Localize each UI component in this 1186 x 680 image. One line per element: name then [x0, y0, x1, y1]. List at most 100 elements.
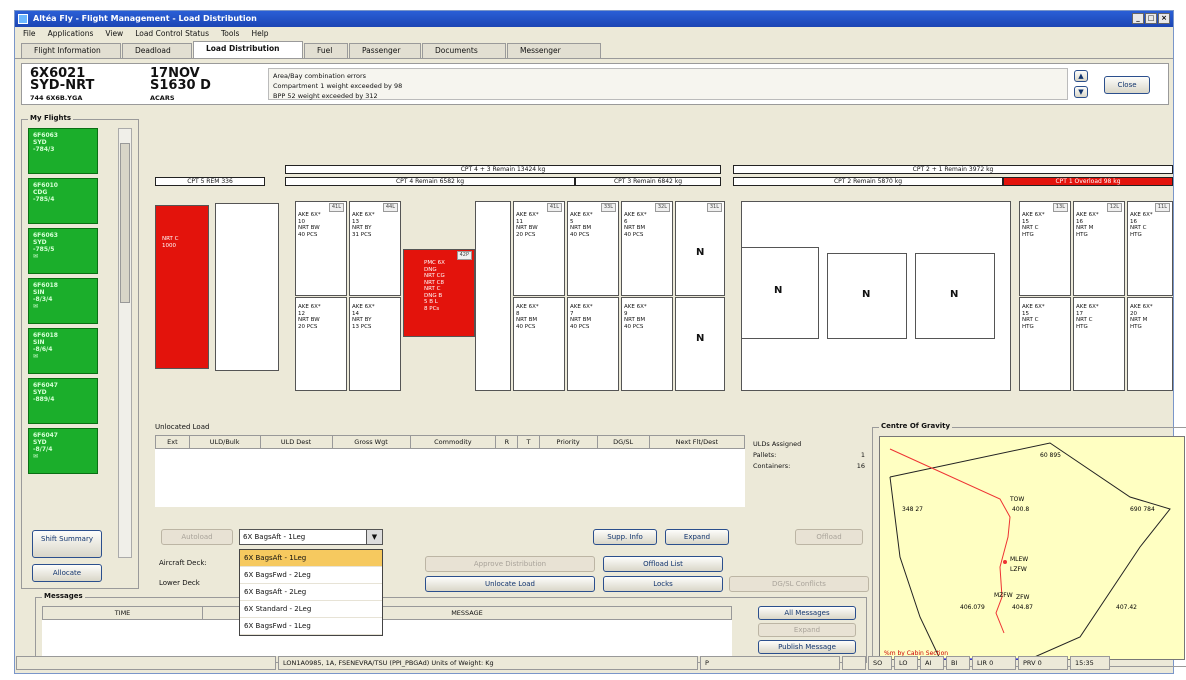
messages-expand-button[interactable]: Expand: [758, 623, 856, 637]
pallet-position[interactable]: N: [827, 253, 907, 339]
position-tag: 12L: [1106, 203, 1122, 212]
hold-position[interactable]: AKE 6X* 9 NRT BM 40 PCS: [621, 297, 673, 391]
hold-position[interactable]: 33L AKE 6X* 5 NRT BM 40 PCS: [567, 201, 619, 296]
bulk-position-red[interactable]: NRT C 1000: [155, 205, 209, 369]
hold-position[interactable]: 12L AKE 6X* 16 NRT M HTG: [1073, 201, 1125, 296]
distribution-combo[interactable]: 6X BagsAft - 1Leg ▼: [239, 529, 383, 545]
dropdown-option[interactable]: 6X BagsAft - 2Leg: [240, 584, 382, 601]
hold-position[interactable]: AKE 6X* 15 NRT C HTG: [1019, 297, 1071, 391]
pallet-position[interactable]: N: [915, 253, 995, 339]
hold-position[interactable]: [475, 201, 511, 391]
hold-position[interactable]: AKE 6X* 14 NRT BY 13 PCS: [349, 297, 401, 391]
hold-position[interactable]: AKE 6X* 7 NRT BM 40 PCS: [567, 297, 619, 391]
hold-position[interactable]: 11L AKE 6X* 16 NRT C HTG: [1127, 201, 1173, 296]
hold-position[interactable]: 32L AKE 6X* 6 NRT BM 40 PCS: [621, 201, 673, 296]
tab-deadload[interactable]: Deadload: [122, 43, 192, 58]
flights-scrollbar[interactable]: [118, 128, 132, 558]
containers-label: Containers:: [753, 462, 791, 470]
close-button[interactable]: Close: [1104, 76, 1150, 94]
ulds-assigned-box: ULDs Assigned Pallets: 1 Containers: 16: [753, 439, 865, 509]
menu-help[interactable]: Help: [251, 27, 268, 41]
col-dg-sl[interactable]: DG/SL: [596, 435, 650, 449]
dropdown-option[interactable]: 6X Standard - 2Leg: [240, 601, 382, 618]
hold-position[interactable]: 41L AKE 6X* 10 NRT BW 40 PCS: [295, 201, 347, 296]
my-flights-title: My Flights: [28, 114, 74, 122]
col-uld-bulk[interactable]: ULD/Bulk: [188, 435, 261, 449]
approve-distribution-button[interactable]: Approve Distribution: [425, 556, 595, 572]
hold-position[interactable]: 44L AKE 6X* 13 NRT BY 31 PCS: [349, 201, 401, 296]
tab-load-distribution[interactable]: Load Distribution: [193, 41, 303, 58]
tab-messenger[interactable]: Messenger: [507, 43, 601, 58]
dgsl-conflicts-button[interactable]: DG/SL Conflicts: [729, 576, 869, 592]
pallet-position[interactable]: N: [741, 247, 819, 339]
menu-applications[interactable]: Applications: [48, 27, 94, 41]
flight-item-time: -8/7/4: [33, 446, 53, 453]
menu-load-control-status[interactable]: Load Control Status: [135, 27, 209, 41]
flight-list-item[interactable]: 6F6063 SYD -784/3: [28, 128, 98, 174]
col-t[interactable]: T: [517, 435, 540, 449]
position-tag: 11L: [1154, 203, 1170, 212]
tab-flight-information[interactable]: Flight Information: [21, 43, 121, 58]
flight-list-item[interactable]: 6F6010 CDG -785/4: [28, 178, 98, 224]
col-commodity[interactable]: Commodity: [409, 435, 497, 449]
col-ext[interactable]: Ext: [155, 435, 190, 449]
cog-label: 400.8: [1012, 506, 1029, 513]
hold-position[interactable]: AKE 6X* 17 NRT C HTG: [1073, 297, 1125, 391]
tab-passenger[interactable]: Passenger: [349, 43, 421, 58]
dropdown-option[interactable]: 6X BagsFwd - 2Leg: [240, 567, 382, 584]
unlocate-load-button[interactable]: Unlocate Load: [425, 576, 595, 592]
position-label: AKE 6X* 8 NRT BM 40 PCS: [516, 304, 539, 330]
all-messages-button[interactable]: All Messages: [758, 606, 856, 620]
allocate-button[interactable]: Allocate: [32, 564, 102, 582]
flight-item-number: 6F6047: [33, 432, 58, 439]
tab-fuel[interactable]: Fuel: [304, 43, 348, 58]
col-uld-dest[interactable]: ULD Dest: [259, 435, 333, 449]
close-window-button[interactable]: ×: [1158, 13, 1170, 24]
col-r[interactable]: R: [495, 435, 519, 449]
hold-position[interactable]: AKE 6X* 12 NRT BW 20 PCS: [295, 297, 347, 391]
col-time[interactable]: TIME: [42, 606, 203, 620]
tab-documents[interactable]: Documents: [422, 43, 506, 58]
hold-position[interactable]: 31L N: [675, 201, 725, 296]
overloaded-position[interactable]: 42P PMC 6X DNG NRT CG NRT C8 NRT C DNG B …: [403, 249, 475, 337]
expand-button[interactable]: Expand: [665, 529, 729, 545]
hold-position[interactable]: 13L AKE 6X* 15 NRT C HTG: [1019, 201, 1071, 296]
unlocated-load-title: Unlocated Load: [155, 423, 210, 431]
error-scroll-down[interactable]: ▼: [1074, 86, 1088, 98]
menu-view[interactable]: View: [105, 27, 123, 41]
maximize-button[interactable]: □: [1145, 13, 1157, 24]
dropdown-option[interactable]: 6X BagsFwd - 1Leg: [240, 618, 382, 635]
hold-position[interactable]: 41L AKE 6X* 11 NRT BW 20 PCS: [513, 201, 565, 296]
main-window: Altéa Fly - Flight Management - Load Dis…: [14, 10, 1186, 674]
unlocated-load-panel: Unlocated Load Ext ULD/Bulk ULD Dest Gro…: [155, 423, 870, 539]
menu-tools[interactable]: Tools: [221, 27, 239, 41]
flight-header: 6X6021 SYD-NRT 744 6X6B.YGA 17NOV S1630 …: [21, 63, 1169, 105]
autoload-button[interactable]: Autoload: [161, 529, 233, 545]
hold-position[interactable]: AKE 6X* 8 NRT BM 40 PCS: [513, 297, 565, 391]
bulk-door-position[interactable]: [215, 203, 279, 371]
publish-message-button[interactable]: Publish Message: [758, 640, 856, 654]
flight-item-station: SYD: [33, 389, 47, 396]
flight-list-item[interactable]: 6F6063 SYD -785/5 ✉: [28, 228, 98, 274]
offload-list-button[interactable]: Offload List: [603, 556, 723, 572]
flight-list-item[interactable]: 6F6018 SIN -8/3/4 ✉: [28, 278, 98, 324]
supp-info-button[interactable]: Supp. Info: [593, 529, 657, 545]
col-next-flt-dest[interactable]: Next Flt/Dest: [648, 435, 746, 449]
minimize-button[interactable]: _: [1132, 13, 1144, 24]
flight-list-item[interactable]: 6F6047 SYD -8/7/4 ✉: [28, 428, 98, 474]
chevron-down-icon[interactable]: ▼: [366, 530, 382, 544]
menu-file[interactable]: File: [23, 27, 36, 41]
dropdown-option[interactable]: 6X BagsAft - 1Leg: [240, 550, 382, 567]
locks-button[interactable]: Locks: [603, 576, 723, 592]
shift-summary-button[interactable]: Shift Summary: [32, 530, 102, 558]
flight-list-item[interactable]: 6F6018 SIN -8/6/4 ✉: [28, 328, 98, 374]
scroll-thumb[interactable]: [120, 143, 130, 303]
col-priority[interactable]: Priority: [538, 435, 598, 449]
hold-position[interactable]: N: [675, 297, 725, 391]
error-scroll-up[interactable]: ▲: [1074, 70, 1088, 82]
offload-button[interactable]: Offload: [795, 529, 863, 545]
hold-position[interactable]: AKE 6X* 20 NRT M HTG: [1127, 297, 1173, 391]
col-gross-wgt[interactable]: Gross Wgt: [331, 435, 411, 449]
flight-list-item[interactable]: 6F6047 SYD -889/4: [28, 378, 98, 424]
empty-position-label: N: [696, 333, 705, 344]
